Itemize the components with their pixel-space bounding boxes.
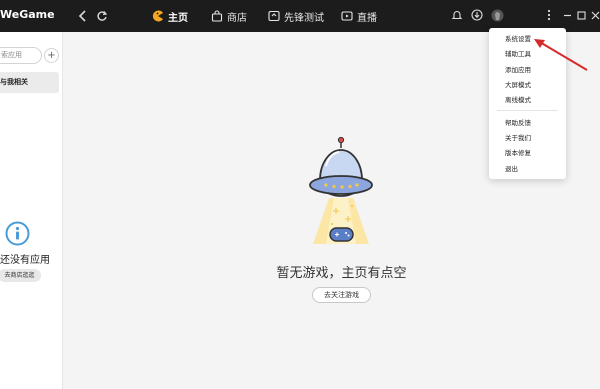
sidebar-empty-text: 还没有应用 [0, 255, 50, 266]
menu-item-repair[interactable]: 版本修复 [505, 147, 531, 157]
pacman-icon [152, 10, 163, 22]
info-icon [5, 221, 30, 246]
maximize-icon [576, 10, 586, 20]
menu-item-add-app[interactable]: 添加应用 [505, 64, 531, 74]
menu-item-tools[interactable]: 辅助工具 [505, 48, 531, 58]
close-icon [591, 11, 599, 19]
menu-item-about[interactable]: 关于我们 [505, 132, 531, 142]
tab-pioneer-test-label: 先锋测试 [284, 12, 324, 24]
menu-item-settings[interactable]: 系统设置 [505, 33, 531, 43]
tab-live-label: 直播 [357, 12, 377, 24]
refresh-icon [97, 11, 108, 21]
avatar[interactable] [489, 7, 505, 23]
tab-pioneer-test[interactable]: 先锋测试 [268, 7, 324, 25]
sidebar: 索应用 + 与我相关 还没有应用 去商店逛逛 [0, 32, 63, 389]
empty-state-title: 暂无游戏，主页有点空 [276, 266, 407, 281]
test-icon [268, 10, 280, 22]
download-icon [471, 9, 483, 21]
notification-button[interactable] [449, 7, 465, 23]
sidebar-item-related[interactable]: 与我相关 [0, 72, 59, 93]
go-store-button[interactable]: 去商店逛逛 [0, 269, 41, 282]
minimize-icon [563, 14, 571, 16]
tab-live[interactable]: 直播 [341, 7, 377, 25]
menu-button[interactable] [541, 7, 557, 23]
bell-icon [451, 11, 463, 20]
refresh-button[interactable] [92, 6, 112, 26]
tab-home-label: 主页 [168, 12, 188, 24]
menu-item-help[interactable]: 帮助反馈 [505, 117, 531, 127]
app-title: WeGame [0, 8, 55, 21]
tab-store-label: 商店 [227, 12, 247, 24]
menu-item-offline[interactable]: 离线模式 [505, 94, 531, 104]
ufo-illustration [309, 136, 373, 244]
play-icon [341, 11, 353, 21]
annotation-arrow [534, 39, 588, 71]
menu-item-big-screen[interactable]: 大屏模式 [505, 79, 531, 89]
tab-home[interactable]: 主页 [152, 7, 188, 25]
bag-icon [211, 10, 223, 22]
avatar-icon [491, 9, 503, 21]
menu-divider [497, 110, 558, 111]
search-input[interactable]: 索应用 [0, 47, 42, 64]
download-button[interactable] [469, 7, 485, 23]
menu-item-exit[interactable]: 退出 [505, 163, 518, 173]
back-button[interactable] [73, 6, 93, 26]
chevron-left-icon [78, 10, 86, 22]
tab-store[interactable]: 商店 [211, 7, 247, 25]
more-vertical-icon [547, 9, 551, 21]
follow-games-button[interactable]: 去关注游戏 [312, 287, 371, 303]
close-button[interactable] [587, 7, 600, 23]
add-app-button[interactable]: + [44, 48, 59, 63]
